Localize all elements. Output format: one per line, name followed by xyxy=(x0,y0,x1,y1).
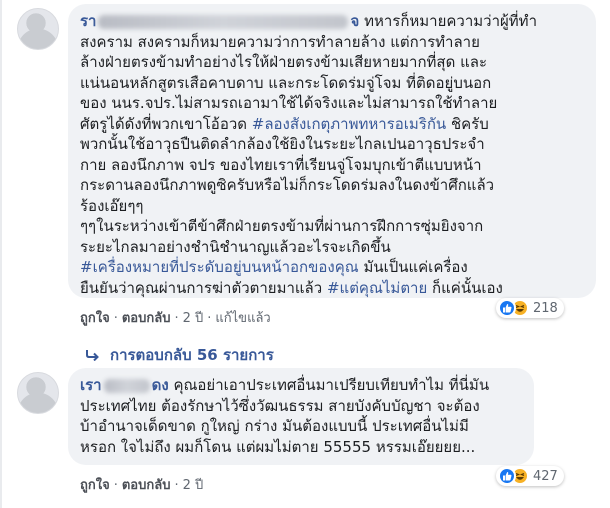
timestamp-link[interactable]: 2 ปี xyxy=(183,478,204,493)
reaction-count: 218 xyxy=(533,300,558,316)
hashtag-link[interactable]: #แต่คุณไม่ตาย xyxy=(327,279,427,297)
avatar[interactable] xyxy=(17,8,59,50)
reply-arrow-icon xyxy=(86,350,99,361)
reaction-summary[interactable]: 218 xyxy=(496,298,564,318)
avatar[interactable] xyxy=(17,372,59,414)
like-icon xyxy=(498,299,516,317)
comment-body: เรา ดง คุณอย่าเอาประเทศอื่นมาเปรียบเทียบท… xyxy=(80,375,522,457)
like-icon xyxy=(498,467,516,485)
edited-label[interactable]: แก้ไขแล้ว xyxy=(215,311,270,326)
redacted-name xyxy=(103,378,150,393)
comment-actions: ถูกใจ · ตอบกลับ · 2 ปี xyxy=(80,478,204,493)
redacted-name xyxy=(98,14,349,29)
comment-bubble: เรา ดง คุณอย่าเอาประเทศอื่นมาเปรียบเทียบท… xyxy=(68,368,534,465)
like-button[interactable]: ถูกใจ xyxy=(80,478,110,493)
hashtag-link[interactable]: #เครื่องหมายที่ประดับอยู่บนหน้าอกของคุณ xyxy=(80,258,359,276)
reaction-count: 427 xyxy=(533,468,558,484)
hashtag-link[interactable]: #ลองสังเกตุภาพทหารอเมริกัน xyxy=(252,115,446,133)
reply-button[interactable]: ตอบกลับ xyxy=(122,311,171,326)
comment-body: ราจ ทหารก็หมายความว่าผู้ที่ทำ สงคราม สงค… xyxy=(80,12,537,297)
like-button[interactable]: ถูกใจ xyxy=(80,311,110,326)
comment-author[interactable]: ราจ xyxy=(80,12,359,30)
thread-line xyxy=(0,0,2,508)
reply-button[interactable]: ตอบกลับ xyxy=(122,478,171,493)
comment-actions: ถูกใจ · ตอบกลับ · 2 ปี · แก้ไขแล้ว xyxy=(80,311,271,326)
comment-author[interactable]: เรา ดง xyxy=(80,376,169,394)
reaction-summary[interactable]: 427 xyxy=(496,466,564,486)
comment-bubble: ราจ ทหารก็หมายความว่าผู้ที่ทำ สงคราม สงค… xyxy=(68,4,596,298)
view-replies-link[interactable]: การตอบกลับ 56 รายการ xyxy=(86,343,274,367)
timestamp-link[interactable]: 2 ปี xyxy=(183,311,204,326)
